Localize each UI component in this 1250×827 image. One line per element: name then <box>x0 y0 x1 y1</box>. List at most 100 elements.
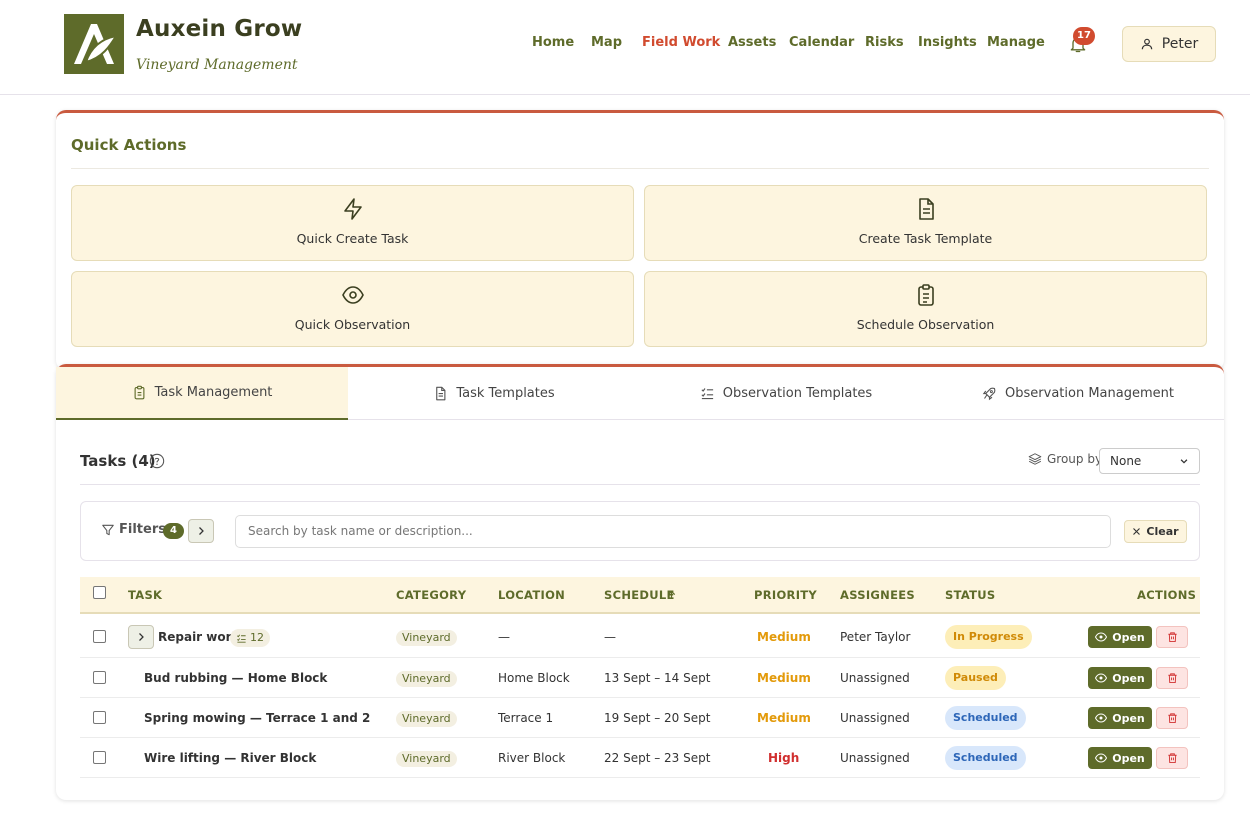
tab-observation-management[interactable]: Observation Management <box>932 367 1224 420</box>
table-row[interactable]: Spring mowing — Terrace 1 and 2 Vineyard… <box>80 698 1200 738</box>
row-checkbox[interactable] <box>93 751 106 764</box>
category-badge: Vineyard <box>396 751 457 767</box>
status-badge: Scheduled <box>945 706 1026 730</box>
schedule: 19 Sept – 20 Sept <box>604 711 711 725</box>
sort-ascending-icon[interactable] <box>666 589 677 601</box>
column-priority[interactable]: PRIORITY <box>754 588 817 602</box>
location: Home Block <box>498 671 570 685</box>
schedule-observation-button[interactable]: Schedule Observation <box>644 271 1207 347</box>
tab-label: Task Management <box>154 385 273 400</box>
row-checkbox[interactable] <box>93 671 106 684</box>
task-name[interactable]: Spring mowing — Terrace 1 and 2 <box>144 711 370 725</box>
delete-button[interactable] <box>1156 626 1188 648</box>
chevron-down-icon <box>1180 459 1188 464</box>
column-task[interactable]: TASK <box>128 588 162 602</box>
quick-create-task-label: Quick Create Task <box>296 231 409 246</box>
delete-button[interactable] <box>1156 707 1188 729</box>
document-icon <box>436 386 446 401</box>
brand-subtitle: Vineyard Management <box>136 57 298 73</box>
trash-icon <box>1167 673 1177 684</box>
quick-observation-button[interactable]: Quick Observation <box>71 271 634 347</box>
tab-task-templates[interactable]: Task Templates <box>348 367 640 420</box>
tab-observation-templates[interactable]: Observation Templates <box>640 367 932 420</box>
expand-row-button[interactable] <box>128 625 154 649</box>
clipboard-list-icon <box>917 284 934 306</box>
nav-calendar[interactable]: Calendar <box>789 35 854 50</box>
row-checkbox[interactable] <box>93 711 106 724</box>
notification-count-badge: 17 <box>1073 27 1095 45</box>
column-schedule[interactable]: SCHEDULE <box>604 588 675 602</box>
row-checkbox[interactable] <box>93 630 106 643</box>
brand-logo[interactable] <box>64 14 124 74</box>
filters-expand-button[interactable] <box>188 519 214 543</box>
category-badge: Vineyard <box>396 711 457 727</box>
nav-manage[interactable]: Manage <box>987 35 1045 50</box>
column-assignees[interactable]: ASSIGNEES <box>840 588 915 602</box>
column-location[interactable]: LOCATION <box>498 588 565 602</box>
nav-assets[interactable]: Assets <box>728 35 776 50</box>
open-label: Open <box>1112 711 1145 725</box>
task-name[interactable]: Bud rubbing — Home Block <box>144 671 327 685</box>
priority: High <box>768 751 800 765</box>
column-category[interactable]: CATEGORY <box>396 588 466 602</box>
schedule-observation-label: Schedule Observation <box>856 317 995 332</box>
filters-text: Filters <box>119 522 166 537</box>
assignees: Unassigned <box>840 751 910 765</box>
location: — <box>498 630 510 644</box>
quick-actions-card: Quick Actions Quick Create Task Create T… <box>56 110 1224 370</box>
schedule: — <box>604 630 616 644</box>
quick-create-task-button[interactable]: Quick Create Task <box>71 185 634 261</box>
filters-label[interactable]: Filters <box>101 522 166 537</box>
clipboard-icon <box>134 385 145 400</box>
open-button[interactable]: Open <box>1088 667 1152 689</box>
table-row[interactable]: Repair work 12 Vineyard — — Medium Peter… <box>80 615 1200 658</box>
open-button[interactable]: Open <box>1088 707 1152 729</box>
eye-icon <box>341 286 364 304</box>
table-row[interactable]: Bud rubbing — Home Block Vineyard Home B… <box>80 658 1200 698</box>
open-button[interactable]: Open <box>1088 747 1152 769</box>
schedule: 22 Sept – 23 Sept <box>604 751 711 765</box>
table-row[interactable]: Wire lifting — River Block Vineyard Rive… <box>80 738 1200 778</box>
open-label: Open <box>1112 630 1145 644</box>
user-icon <box>1141 38 1153 50</box>
user-name: Peter <box>1161 36 1199 52</box>
clear-filters-button[interactable]: Clear <box>1124 520 1187 543</box>
search-input[interactable]: Search by task name or description... <box>235 515 1111 548</box>
select-all-checkbox[interactable] <box>93 586 106 599</box>
document-icon <box>918 198 934 220</box>
task-name[interactable]: Wire lifting — River Block <box>144 751 316 765</box>
trash-icon <box>1167 713 1177 724</box>
eye-icon <box>1095 673 1108 683</box>
create-task-template-button[interactable]: Create Task Template <box>644 185 1207 261</box>
trash-icon <box>1167 632 1177 643</box>
category-badge: Vineyard <box>396 671 457 687</box>
quick-actions-title: Quick Actions <box>71 136 187 154</box>
lightning-icon <box>343 198 362 220</box>
group-by-text: Group by <box>1047 452 1103 466</box>
tab-task-management[interactable]: Task Management <box>56 367 348 420</box>
eye-icon <box>1095 632 1108 642</box>
nav-map[interactable]: Map <box>591 35 622 50</box>
layers-icon <box>1028 453 1042 465</box>
status-badge: In Progress <box>945 625 1032 649</box>
tasks-title: Tasks (4) <box>80 452 156 470</box>
assignees: Peter Taylor <box>840 630 911 644</box>
location: River Block <box>498 751 566 765</box>
tab-label: Observation Templates <box>722 386 873 401</box>
open-button[interactable]: Open <box>1088 626 1152 648</box>
user-menu-button[interactable]: Peter <box>1122 26 1216 62</box>
help-icon[interactable] <box>149 453 165 469</box>
task-name[interactable]: Repair work <box>158 630 240 644</box>
group-by-value: None <box>1110 454 1142 468</box>
nav-insights[interactable]: Insights <box>918 35 977 50</box>
nav-home[interactable]: Home <box>532 35 574 50</box>
nav-risks[interactable]: Risks <box>865 35 904 50</box>
task-management-card: Task Management Task Templates Observati… <box>56 364 1224 800</box>
trash-icon <box>1167 753 1177 764</box>
delete-button[interactable] <box>1156 747 1188 769</box>
nav-field-work[interactable]: Field Work <box>642 35 720 50</box>
group-by-select[interactable]: None <box>1099 448 1200 474</box>
column-status[interactable]: STATUS <box>945 588 996 602</box>
delete-button[interactable] <box>1156 667 1188 689</box>
open-label: Open <box>1112 751 1145 765</box>
